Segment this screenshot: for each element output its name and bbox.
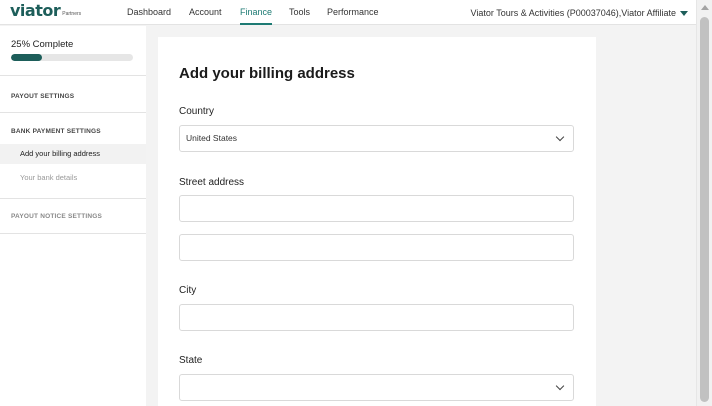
page-scrollbar[interactable] <box>696 0 712 406</box>
logo-subtitle: Partners <box>62 11 82 17</box>
nav-dashboard[interactable]: Dashboard <box>127 0 171 25</box>
viator-logo[interactable]: viator Partners <box>10 2 81 20</box>
sidebar-divider <box>0 75 146 76</box>
caret-down-icon <box>680 10 688 16</box>
logo-wordmark: viator <box>10 1 61 20</box>
scroll-up-arrow-icon[interactable] <box>701 5 709 10</box>
country-label: Country <box>179 106 215 117</box>
city-label: City <box>179 285 197 296</box>
nav-account[interactable]: Account <box>189 0 222 25</box>
sidebar-item-billing-address[interactable]: Add your billing address <box>0 144 146 164</box>
nav-finance[interactable]: Finance <box>240 0 273 25</box>
country-select[interactable]: United States <box>179 125 574 152</box>
country-selected-value: United States <box>186 133 238 143</box>
sidebar-item-bank-details[interactable]: Your bank details <box>0 168 146 188</box>
sidebar-heading-bank-payment-settings[interactable]: BANK PAYMENT SETTINGS <box>11 128 101 135</box>
top-nav-bar: viator Partners Dashboard Account Financ… <box>0 0 696 25</box>
page-title: Add your billing address <box>179 65 355 82</box>
street-address-label: Street address <box>179 177 245 188</box>
sidebar-heading-payout-notice-settings[interactable]: PAYOUT NOTICE SETTINGS <box>11 213 102 220</box>
billing-address-form: Add your billing address Country United … <box>158 37 596 406</box>
city-input[interactable] <box>179 304 574 331</box>
chevron-down-icon <box>555 381 565 391</box>
sidebar-heading-payout-settings[interactable]: PAYOUT SETTINGS <box>11 93 74 100</box>
street-address-line1-input[interactable] <box>179 195 574 222</box>
settings-sidebar: 25% Complete PAYOUT SETTINGS BANK PAYMEN… <box>0 26 146 406</box>
scrollbar-thumb[interactable] <box>700 17 709 402</box>
account-switcher[interactable]: Viator Tours & Activities (P00037046),Vi… <box>471 0 688 25</box>
sidebar-divider <box>0 198 146 199</box>
progress-label: 25% Complete <box>11 39 74 50</box>
nav-performance[interactable]: Performance <box>327 0 379 25</box>
street-address-line2-input[interactable] <box>179 234 574 261</box>
progress-bar <box>11 54 133 61</box>
state-select[interactable] <box>179 374 574 401</box>
chevron-down-icon <box>555 132 565 142</box>
sidebar-divider <box>0 112 146 113</box>
nav-tools[interactable]: Tools <box>289 0 310 25</box>
sidebar-divider <box>0 233 146 234</box>
progress-bar-fill <box>11 54 42 61</box>
account-name: Viator Tours & Activities (P00037046),Vi… <box>470 7 676 18</box>
state-label: State <box>179 355 203 366</box>
